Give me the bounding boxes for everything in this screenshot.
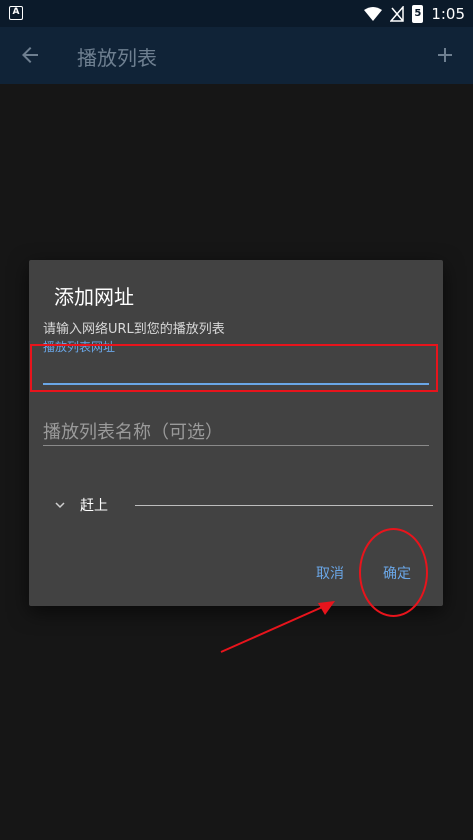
annotation-arrow <box>220 601 335 653</box>
cancel-button[interactable]: 取消 <box>316 563 344 583</box>
screen: A 5 1:05 播放列表 添加网址 请输入网络URL到您的播放列表 播放列表网… <box>0 0 473 840</box>
arrow-left-icon[interactable] <box>18 43 42 67</box>
wifi-icon <box>364 6 383 21</box>
catchup-label: 赶上 <box>80 498 108 514</box>
page-title: 播放列表 <box>77 46 157 70</box>
chevron-down-icon <box>55 502 65 509</box>
playlist-name-placeholder: 播放列表名称（可选） <box>43 422 223 443</box>
status-time: 1:05 <box>431 4 465 23</box>
plus-icon[interactable] <box>433 43 457 67</box>
playlist-name-underline <box>43 445 429 446</box>
catchup-expander[interactable]: 赶上 <box>53 493 433 517</box>
status-bar: A 5 1:05 <box>0 0 473 27</box>
status-icons: 5 1:05 <box>364 0 465 27</box>
dialog-title: 添加网址 <box>54 285 134 309</box>
no-signal-icon <box>390 5 405 22</box>
battery-icon: 5 <box>412 4 424 23</box>
catchup-divider <box>135 505 433 506</box>
annotation-highlight-rect <box>30 344 438 392</box>
app-notification-icon: A <box>9 6 23 20</box>
annotation-highlight-circle <box>359 528 428 617</box>
app-bar: 播放列表 <box>0 27 473 84</box>
playlist-name-field[interactable]: 播放列表名称（可选） <box>43 415 429 447</box>
